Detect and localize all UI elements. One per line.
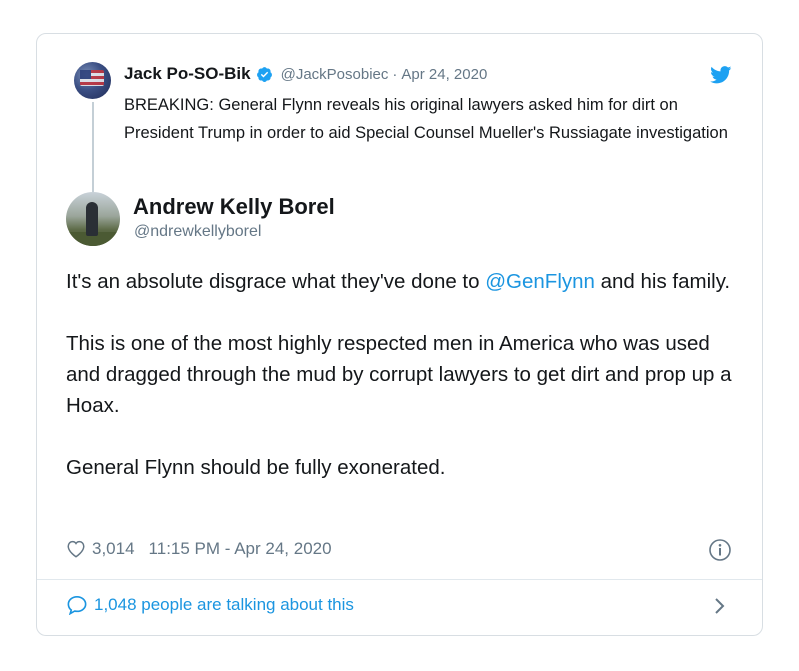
verified-badge-icon: [256, 66, 272, 82]
tweet-paragraph: It's an absolute disgrace what they've d…: [66, 266, 746, 297]
tweet-paragraph: This is one of the most highly respected…: [66, 332, 732, 417]
heart-icon[interactable]: [66, 540, 86, 558]
parent-tweet-header: Jack Po-SO-Bik @JackPosobiec · Apr 24, 2…: [124, 64, 487, 84]
tweet-body: It's an absolute disgrace what they've d…: [66, 266, 746, 483]
thread-connector: [92, 102, 94, 202]
paragraph-text: It's an absolute disgrace what they've d…: [66, 270, 486, 293]
tweet-timestamp[interactable]: 11:15 PM - Apr 24, 2020: [149, 539, 332, 559]
author-avatar[interactable]: [66, 192, 120, 246]
speech-bubble-icon: [67, 595, 87, 615]
parent-avatar[interactable]: [74, 62, 111, 99]
embedded-tweet-card[interactable]: Jack Po-SO-Bik @JackPosobiec · Apr 24, 2…: [36, 33, 763, 636]
parent-tweet-text: BREAKING: General Flynn reveals his orig…: [124, 96, 728, 142]
parent-author-name[interactable]: Jack Po-SO-Bik: [124, 64, 251, 84]
author-name[interactable]: Andrew Kelly Borel: [133, 194, 335, 220]
parent-tweet-date[interactable]: Apr 24, 2020: [401, 66, 487, 83]
like-count[interactable]: 3,014: [92, 539, 135, 559]
paragraph-text: and his family.: [594, 270, 731, 293]
info-icon[interactable]: [708, 538, 732, 562]
mention-link[interactable]: @GenFlynn: [485, 270, 595, 293]
separator-dot: ·: [392, 65, 398, 83]
divider: [37, 579, 762, 580]
parent-author-handle[interactable]: @JackPosobiec: [281, 66, 389, 83]
conversation-link[interactable]: 1,048 people are talking about this: [66, 595, 354, 615]
chevron-right-icon[interactable]: [713, 596, 727, 616]
conversation-label[interactable]: 1,048 people are talking about this: [94, 595, 354, 615]
tweet-meta: 3,014 11:15 PM - Apr 24, 2020: [66, 539, 332, 559]
twitter-bird-icon[interactable]: [710, 66, 732, 84]
tweet-paragraph: General Flynn should be fully exonerated…: [66, 456, 446, 479]
author-handle[interactable]: @ndrewkellyborel: [134, 223, 261, 241]
